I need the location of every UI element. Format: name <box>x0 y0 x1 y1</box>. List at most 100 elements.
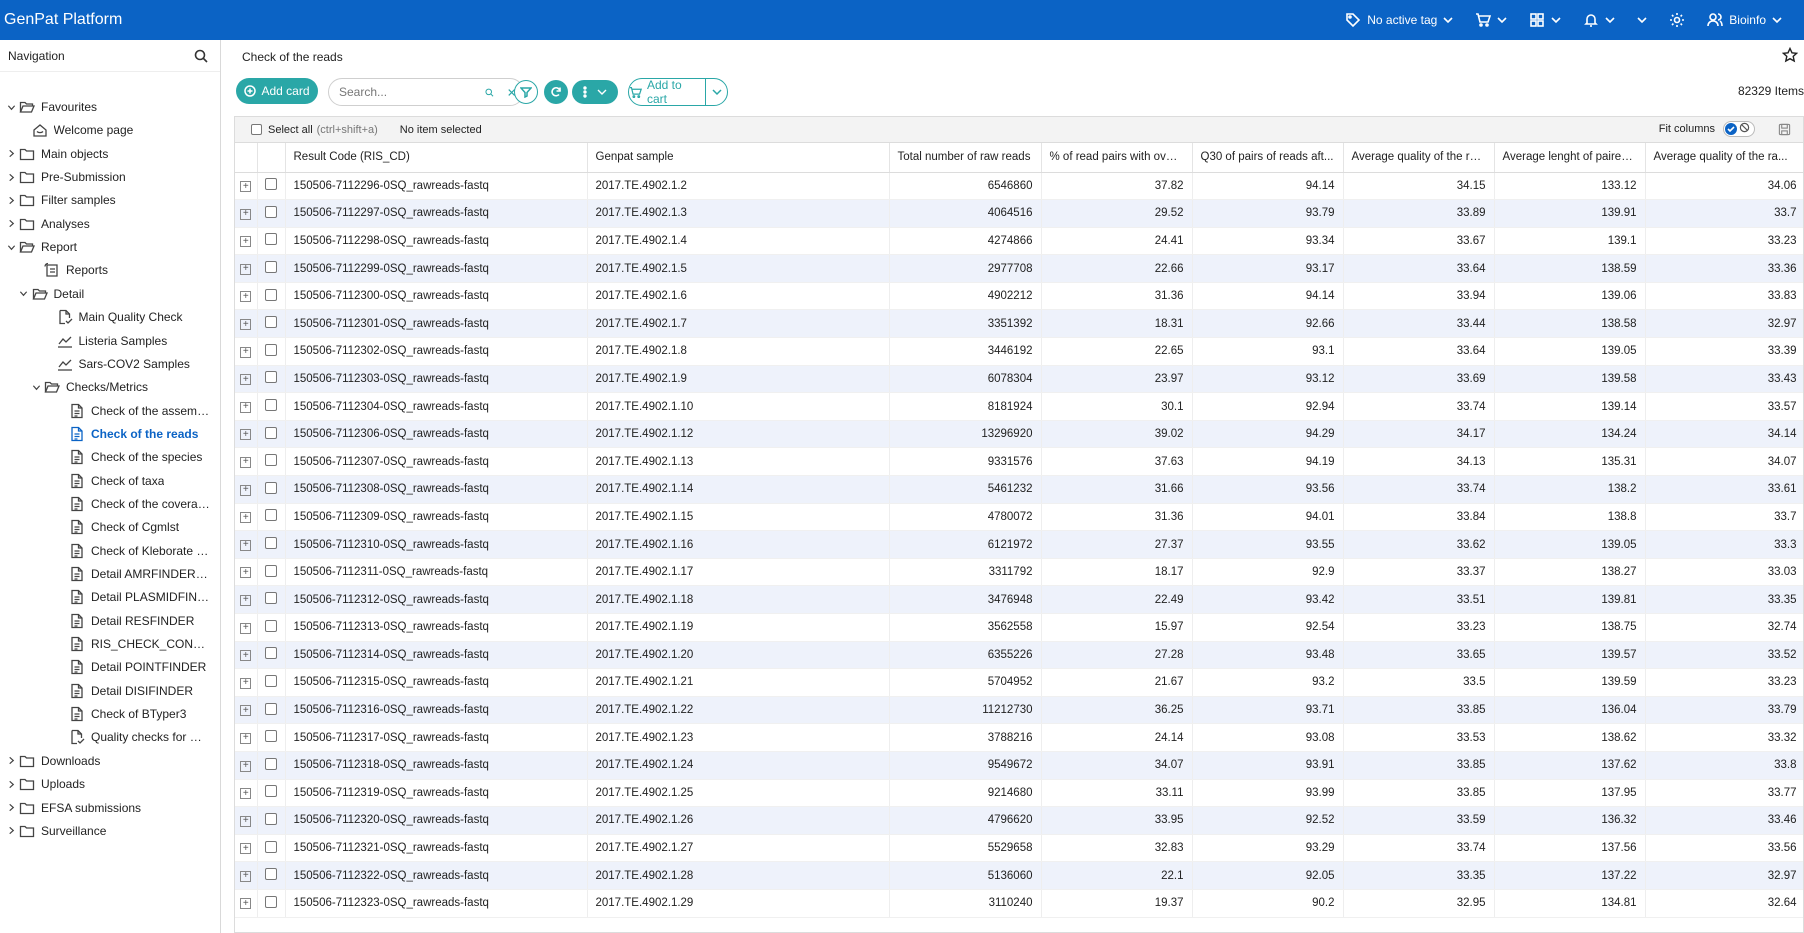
expand-row-icon[interactable]: + <box>240 650 252 662</box>
add-to-cart-dropdown[interactable] <box>705 79 727 105</box>
expand-row-icon[interactable]: + <box>240 346 252 358</box>
row-checkbox[interactable] <box>265 564 277 577</box>
expand-row-icon[interactable]: + <box>240 539 252 551</box>
select-all-label[interactable]: Select all <box>268 124 313 136</box>
expand-row-icon[interactable]: + <box>240 594 252 606</box>
table-row[interactable]: +150506-7112301-0SQ_rawreads-fastq 2017.T… <box>235 309 1803 339</box>
chevron-down-icon[interactable] <box>17 289 31 298</box>
add-card-button[interactable]: Add card <box>236 78 318 104</box>
row-checkbox[interactable] <box>265 537 277 550</box>
sidebar-item[interactable]: Reports <box>29 259 108 281</box>
column-header[interactable]: Q30 of pairs of reads aft... <box>1192 143 1344 173</box>
sidebar-item[interactable]: Main objects <box>4 143 108 165</box>
cart-menu[interactable] <box>1475 12 1507 28</box>
apps-menu[interactable] <box>1529 12 1561 28</box>
chevron-right-icon[interactable] <box>4 196 18 205</box>
chevron-right-icon[interactable] <box>4 803 18 812</box>
chevron-right-icon[interactable] <box>4 780 18 789</box>
sidebar-item[interactable]: Check of BTyper3 <box>54 703 186 725</box>
expand-row-icon[interactable]: + <box>240 898 252 910</box>
sidebar-item[interactable]: Detail RESFINDER <box>54 610 194 632</box>
filter-button[interactable] <box>514 80 538 104</box>
sidebar-item[interactable]: Listeria Samples <box>42 330 167 352</box>
sidebar-item[interactable]: Surveillance <box>4 820 106 842</box>
table-row[interactable]: +150506-7112314-0SQ_rawreads-fastq 2017.T… <box>235 641 1803 670</box>
expand-row-icon[interactable]: + <box>240 484 252 496</box>
sidebar-item[interactable]: Detail POINTFINDER <box>54 656 206 678</box>
table-row[interactable]: +150506-7112321-0SQ_rawreads-fastq 2017.T… <box>235 834 1803 863</box>
sidebar-item[interactable]: Welcome page <box>17 119 133 141</box>
column-header[interactable]: Total number of raw reads <box>889 143 1042 173</box>
column-header[interactable]: Average quality of the ra... <box>1645 143 1803 173</box>
sidebar-item[interactable]: Analyses <box>4 213 90 235</box>
expand-row-icon[interactable]: + <box>240 732 252 744</box>
sidebar-item[interactable]: Check of Kleborate (Com... <box>54 540 211 562</box>
add-to-cart-main[interactable]: Add to cart <box>629 79 705 105</box>
table-row[interactable]: +150506-7112303-0SQ_rawreads-fastq 2017.T… <box>235 365 1803 394</box>
expand-row-icon[interactable]: + <box>240 705 252 717</box>
chevron-down-icon[interactable] <box>29 383 43 392</box>
row-checkbox[interactable] <box>265 619 277 632</box>
chevron-right-icon[interactable] <box>4 219 18 228</box>
expand-row-icon[interactable]: + <box>240 456 252 468</box>
column-header[interactable]: % of read pairs with overl... <box>1041 143 1193 173</box>
sidebar-item[interactable]: Checks/Metrics <box>29 376 148 398</box>
table-row[interactable]: +150506-7112322-0SQ_rawreads-fastq 2017.T… <box>235 861 1803 890</box>
column-header[interactable]: Average quality of the re... <box>1343 143 1495 173</box>
row-checkbox[interactable] <box>265 785 277 798</box>
row-checkbox[interactable] <box>265 730 277 743</box>
sidebar-item[interactable]: Uploads <box>4 773 85 795</box>
expand-row-icon[interactable]: + <box>240 319 252 331</box>
table-row[interactable]: +150506-7112300-0SQ_rawreads-fastq 2017.T… <box>235 282 1803 311</box>
refresh-button[interactable] <box>544 80 568 104</box>
save-layout-button[interactable] <box>1778 123 1791 139</box>
sidebar-item[interactable]: RIS_CHECK_CONTAM <box>54 633 211 655</box>
row-checkbox[interactable] <box>265 426 277 439</box>
table-row[interactable]: +150506-7112308-0SQ_rawreads-fastq 2017.T… <box>235 475 1803 504</box>
favourite-button[interactable] <box>1781 46 1799 66</box>
sidebar-item[interactable]: Detail AMRFINDERPLUS <box>54 563 211 585</box>
expand-row-icon[interactable]: + <box>240 512 252 524</box>
table-row[interactable]: +150506-7112318-0SQ_rawreads-fastq 2017.T… <box>235 751 1803 780</box>
table-row[interactable]: +150506-7112312-0SQ_rawreads-fastq 2017.T… <box>235 585 1803 614</box>
column-header[interactable]: Result Code (RIS_CD) <box>285 143 588 173</box>
sidebar-item[interactable]: Quality checks for ML-ba... <box>54 726 211 748</box>
row-checkbox[interactable] <box>265 371 277 384</box>
expand-row-icon[interactable]: + <box>240 181 252 193</box>
table-row[interactable]: +150506-7112309-0SQ_rawreads-fastq 2017.T… <box>235 503 1803 532</box>
expand-row-icon[interactable]: + <box>240 870 252 882</box>
chevron-right-icon[interactable] <box>4 173 18 182</box>
row-checkbox[interactable] <box>265 702 277 715</box>
sidebar-item[interactable]: EFSA submissions <box>4 797 141 819</box>
sidebar-item[interactable]: Check of the reads <box>54 423 198 445</box>
table-row[interactable]: +150506-7112311-0SQ_rawreads-fastq 2017.T… <box>235 558 1803 587</box>
app-title[interactable]: GenPat Platform <box>0 11 122 29</box>
sidebar-item[interactable]: Detail PLASMIDFINDER <box>54 586 211 608</box>
expand-row-icon[interactable]: + <box>240 208 252 220</box>
settings-button[interactable] <box>1669 12 1685 28</box>
row-checkbox[interactable] <box>265 288 277 301</box>
search-input[interactable] <box>339 85 479 99</box>
table-row[interactable]: +150506-7112323-0SQ_rawreads-fastq 2017.T… <box>235 889 1803 918</box>
table-row[interactable]: +150506-7112299-0SQ_rawreads-fastq 2017.T… <box>235 254 1803 283</box>
select-all-checkbox[interactable] <box>251 124 262 135</box>
row-checkbox[interactable] <box>265 592 277 605</box>
row-checkbox[interactable] <box>265 343 277 356</box>
fit-columns-toggle[interactable] <box>1723 121 1755 137</box>
row-checkbox[interactable] <box>265 399 277 412</box>
expand-row-icon[interactable]: + <box>240 788 252 800</box>
expand-row-icon[interactable]: + <box>240 401 252 413</box>
expand-row-icon[interactable]: + <box>240 374 252 386</box>
sidebar-item[interactable]: Check of Cgmlst <box>54 516 179 538</box>
row-checkbox[interactable] <box>265 674 277 687</box>
expand-row-icon[interactable]: + <box>240 760 252 772</box>
search-icon[interactable] <box>485 86 494 99</box>
row-checkbox[interactable] <box>265 647 277 660</box>
table-row[interactable]: +150506-7112313-0SQ_rawreads-fastq 2017.T… <box>235 613 1803 642</box>
table-row[interactable]: +150506-7112316-0SQ_rawreads-fastq 2017.T… <box>235 696 1803 725</box>
chevron-right-icon[interactable] <box>4 756 18 765</box>
table-row[interactable]: +150506-7112296-0SQ_rawreads-fastq 2017.T… <box>235 172 1803 201</box>
expand-row-icon[interactable]: + <box>240 677 252 689</box>
row-checkbox[interactable] <box>265 509 277 522</box>
more-actions-button[interactable] <box>572 80 618 104</box>
